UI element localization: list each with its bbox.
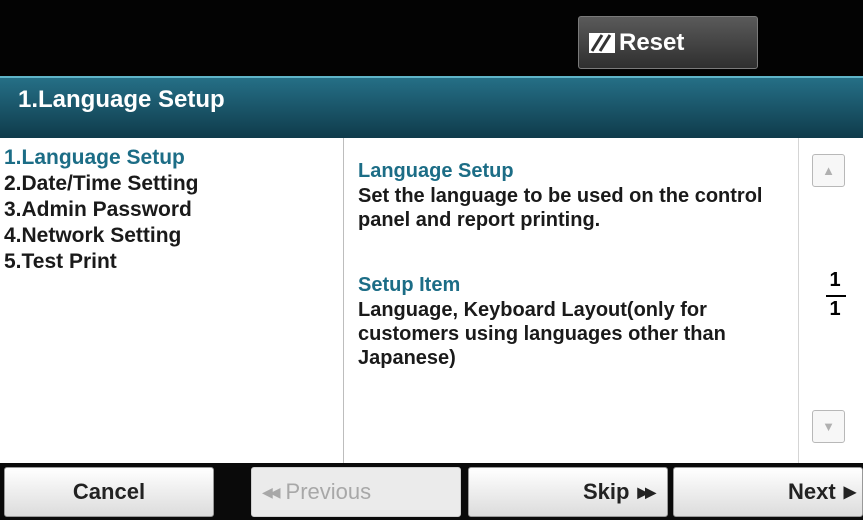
eraser-icon [589, 32, 615, 53]
menu-item-date-time-setting[interactable]: 2.Date/Time Setting [4, 172, 199, 196]
reset-button[interactable]: Reset [578, 16, 758, 69]
menu-list: 1.Language Setup 2.Date/Time Setting 3.A… [0, 138, 344, 463]
scroll-up-button[interactable]: ▲ [812, 154, 845, 187]
arrow-up-icon: ▲ [822, 163, 835, 178]
menu-item-language-setup[interactable]: 1.Language Setup [4, 146, 185, 170]
description-heading: Language Setup [358, 160, 514, 182]
page-divider [826, 295, 846, 297]
cancel-button[interactable]: Cancel [4, 467, 214, 517]
previous-button[interactable]: ◀◀ Previous [251, 467, 461, 517]
arrow-down-icon: ▼ [822, 419, 835, 434]
next-label: Next [788, 479, 836, 504]
menu-item-test-print[interactable]: 5.Test Print [4, 250, 117, 274]
scroll-down-button[interactable]: ▼ [812, 410, 845, 443]
chevron-right-icon: ▶ [843, 484, 856, 501]
description-text: Set the language to be used on the contr… [358, 185, 763, 231]
next-button[interactable]: Next ▶ [673, 467, 863, 517]
double-chevron-right-icon: ▶▶ [637, 483, 655, 500]
menu-item-network-setting[interactable]: 4.Network Setting [4, 224, 181, 248]
setup-item-text: Language, Keyboard Layout(only for custo… [358, 299, 726, 369]
page-title: 1.Language Setup [18, 86, 225, 113]
description-panel: Language Setup Set the language to be us… [344, 138, 799, 463]
setup-item-heading: Setup Item [358, 274, 461, 296]
cancel-label: Cancel [72, 479, 146, 504]
pager-panel: ▲ 1 1 ▼ [799, 138, 863, 463]
skip-button[interactable]: Skip ▶▶ [468, 467, 668, 517]
top-bar: Reset [0, 0, 863, 76]
double-chevron-left-icon: ◀◀ [262, 483, 280, 500]
reset-label: Reset [619, 28, 685, 56]
title-bar: 1.Language Setup [0, 76, 863, 138]
page-current: 1 [829, 269, 841, 291]
menu-item-admin-password[interactable]: 3.Admin Password [4, 198, 192, 222]
bottom-bar: Cancel ◀◀ Previous Skip ▶▶ Next ▶ [0, 463, 863, 520]
skip-label: Skip [582, 479, 630, 504]
previous-label: Previous [285, 479, 372, 504]
page-total: 1 [829, 298, 841, 320]
